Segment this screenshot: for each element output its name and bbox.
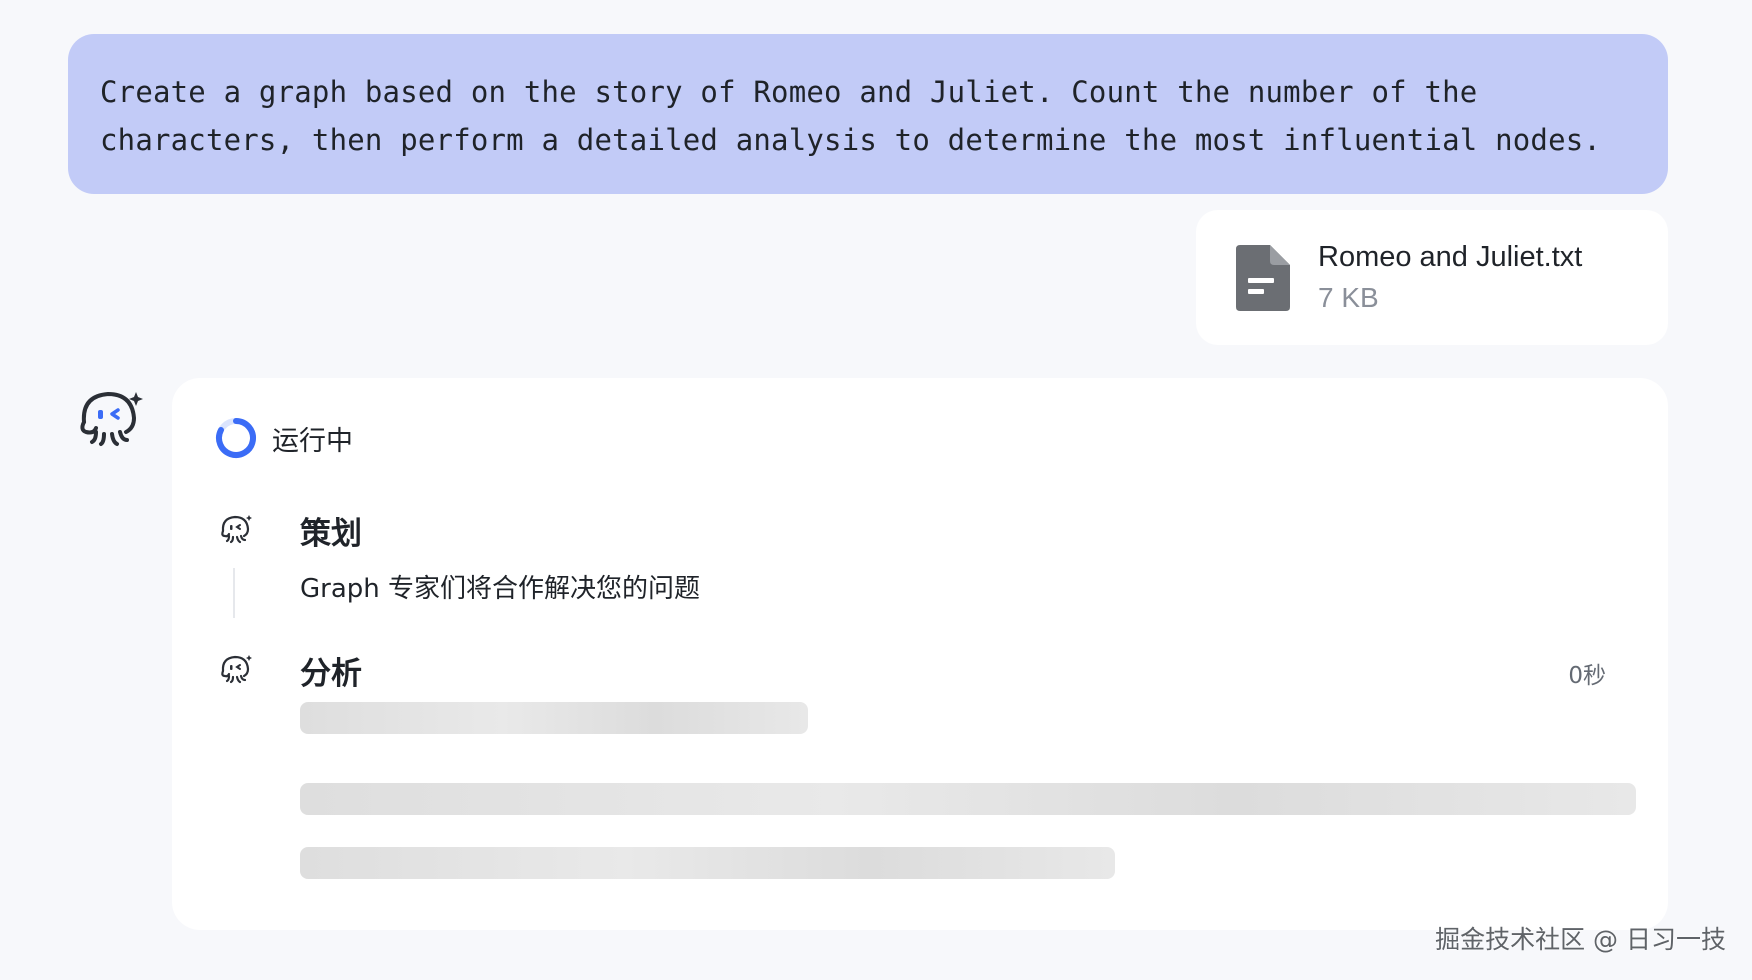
loading-skeleton-line xyxy=(300,702,808,734)
step-title-analysis: 分析 xyxy=(300,656,362,692)
attachment-card[interactable]: Romeo and Juliet.txt 7 KB xyxy=(1196,210,1668,345)
run-status: 运行中 xyxy=(214,416,353,460)
step-connector xyxy=(233,568,235,618)
attachment-file-size: 7 KB xyxy=(1318,281,1379,313)
octopus-bot-icon xyxy=(221,655,252,684)
chat-page: Create a graph based on the story of Rom… xyxy=(0,0,1752,980)
status-label: 运行中 xyxy=(272,425,353,457)
user-message-bubble: Create a graph based on the story of Rom… xyxy=(68,34,1668,194)
user-message-text: Create a graph based on the story of Rom… xyxy=(100,75,1602,157)
octopus-bot-icon xyxy=(221,515,252,544)
loading-skeleton-line xyxy=(300,783,1636,815)
attachment-file-name: Romeo and Juliet.txt xyxy=(1318,240,1583,273)
step-timer: 0秒 xyxy=(1568,663,1606,689)
octopus-bot-icon xyxy=(80,391,143,446)
step-title-planning: 策划 xyxy=(300,516,362,552)
loading-spinner-icon xyxy=(216,418,256,458)
loading-skeleton-line xyxy=(300,847,1115,879)
document-icon xyxy=(1236,244,1290,311)
watermark: 掘金技术社区 @ 日习一技 xyxy=(1435,925,1726,954)
step-description-planning: Graph 专家们将合作解决您的问题 xyxy=(300,574,701,604)
assistant-response-card: 运行中 策划 Graph 专家们将合作解决您的问题 分析 0秒 xyxy=(172,378,1668,930)
